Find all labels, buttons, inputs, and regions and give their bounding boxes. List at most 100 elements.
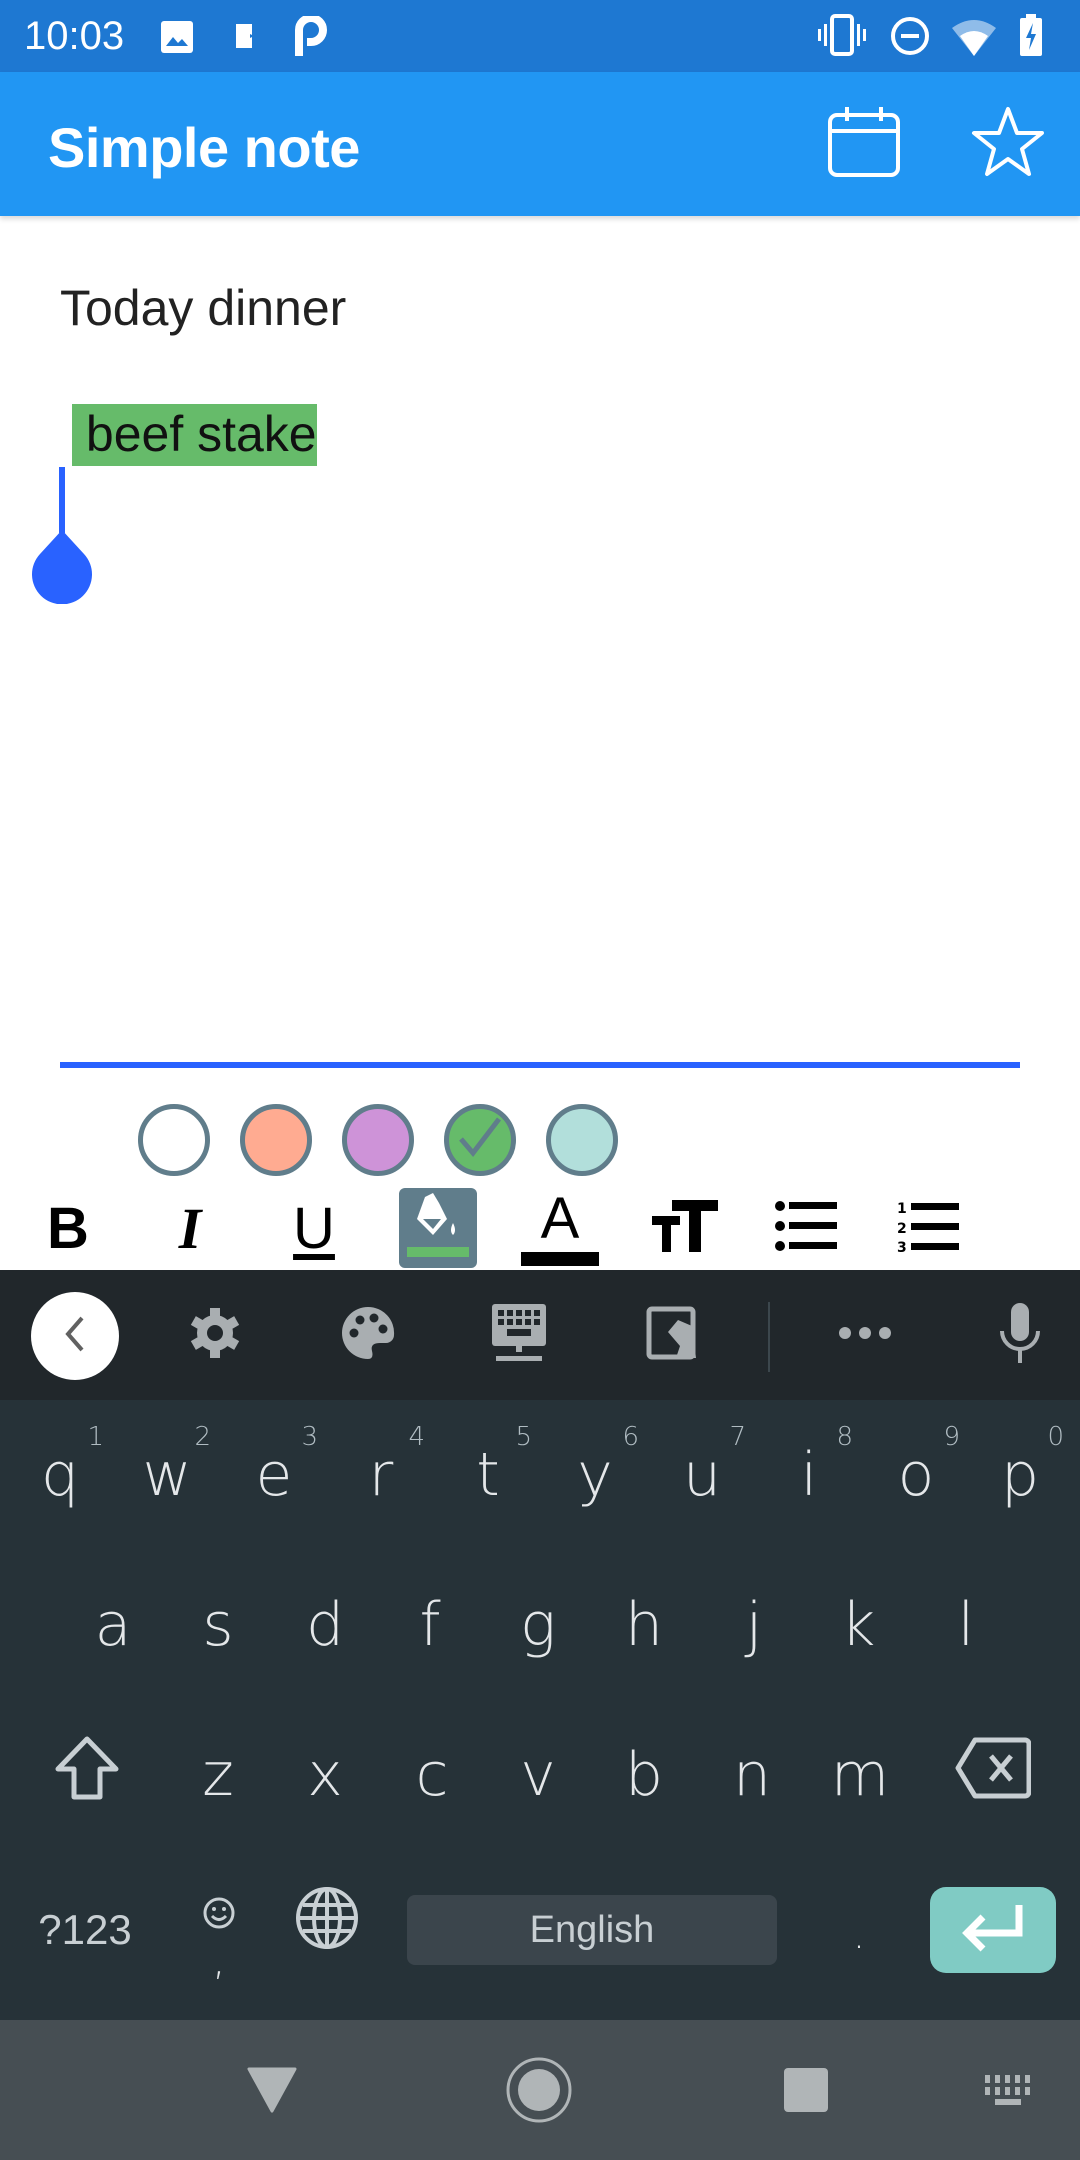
svg-text:2: 2 xyxy=(897,1221,907,1237)
cursor-handle[interactable] xyxy=(32,530,92,605)
calendar-button[interactable] xyxy=(822,102,906,186)
do-not-disturb-icon xyxy=(890,16,930,61)
navigation-bar xyxy=(0,2020,1080,2160)
status-bar: 10:03 xyxy=(0,0,1080,72)
backspace-icon xyxy=(955,1737,1032,1814)
color-swatch-violet[interactable] xyxy=(342,1104,414,1176)
home-circle-icon xyxy=(505,2056,573,2129)
underline-icon: U xyxy=(293,1195,335,1261)
key-g[interactable]: g xyxy=(484,1550,592,1700)
key-a[interactable]: a xyxy=(59,1550,167,1700)
key-h[interactable]: h xyxy=(590,1550,698,1700)
svg-text:1: 1 xyxy=(897,1201,907,1217)
key-k[interactable]: k xyxy=(804,1550,912,1700)
key-p[interactable]: p0 xyxy=(966,1400,1074,1550)
highlight-color-palette xyxy=(138,1104,618,1176)
key-r[interactable]: r4 xyxy=(327,1400,435,1550)
note-title[interactable]: Today dinner xyxy=(60,278,346,338)
key-f[interactable]: f xyxy=(376,1550,484,1700)
language-key[interactable] xyxy=(272,1870,382,1980)
globe-icon xyxy=(294,1885,360,1966)
palette-icon xyxy=(340,1305,396,1366)
key-l[interactable]: l xyxy=(912,1550,1020,1700)
bullet-list-button[interactable] xyxy=(766,1188,846,1268)
one-handed-mode-button[interactable] xyxy=(474,1290,564,1380)
key-z[interactable]: z xyxy=(164,1700,272,1850)
text-size-button[interactable] xyxy=(645,1188,725,1268)
nav-home-button[interactable] xyxy=(497,2050,581,2134)
key-i[interactable]: i8 xyxy=(755,1400,863,1550)
symbols-key[interactable]: ?123 xyxy=(20,1890,150,1970)
color-swatch-green[interactable] xyxy=(444,1104,516,1176)
color-swatch-white[interactable] xyxy=(138,1104,210,1176)
text-color-icon: A xyxy=(521,1190,599,1266)
key-q[interactable]: q1 xyxy=(6,1400,114,1550)
key-w[interactable]: w2 xyxy=(113,1400,221,1550)
format-toolbar: B I U A 1 2 3 xyxy=(0,1188,1080,1270)
key-x[interactable]: x xyxy=(271,1700,379,1850)
key-b[interactable]: b xyxy=(590,1700,698,1850)
key-o[interactable]: o9 xyxy=(862,1400,970,1550)
color-swatch-salmon[interactable] xyxy=(240,1104,312,1176)
floating-keyboard-button[interactable] xyxy=(628,1290,718,1380)
voice-input-button[interactable] xyxy=(975,1290,1065,1380)
vibrate-icon xyxy=(818,14,866,61)
comma-emoji-key[interactable]: , xyxy=(164,1870,274,1982)
bold-icon: B xyxy=(47,1195,89,1261)
highlighted-text[interactable]: beef stake xyxy=(72,404,317,466)
keyboard-settings-button[interactable] xyxy=(170,1290,260,1380)
editor-underline xyxy=(60,1062,1020,1068)
shift-key[interactable] xyxy=(32,1700,142,1850)
shift-icon xyxy=(54,1735,120,1816)
tablet-hand-icon xyxy=(646,1306,700,1365)
keyboard-theme-button[interactable] xyxy=(323,1290,413,1380)
key-n[interactable]: n xyxy=(698,1700,806,1850)
calendar-icon xyxy=(827,105,901,184)
key-y[interactable]: y6 xyxy=(541,1400,649,1550)
keyboard-collapse-button[interactable] xyxy=(31,1292,119,1380)
key-s[interactable]: s xyxy=(164,1550,272,1700)
check-icon xyxy=(455,1113,505,1168)
soft-keyboard: q1 w2 e3 r4 t5 y6 u7 i8 o9 p0 a s d f g … xyxy=(0,1270,1080,2020)
nav-keyboard-switch-button[interactable] xyxy=(966,2050,1050,2134)
gear-icon xyxy=(188,1306,242,1365)
star-icon xyxy=(971,105,1045,184)
key-m[interactable]: m xyxy=(806,1700,914,1850)
recents-square-icon xyxy=(783,2067,829,2118)
italic-icon: I xyxy=(178,1195,202,1261)
bullet-list-icon xyxy=(775,1200,837,1256)
wifi-icon xyxy=(952,18,996,61)
svg-text:3: 3 xyxy=(897,1240,907,1252)
text-cursor xyxy=(59,467,65,533)
status-time: 10:03 xyxy=(24,14,125,58)
key-t[interactable]: t5 xyxy=(434,1400,542,1550)
note-body[interactable]: beef stake xyxy=(72,404,317,466)
key-u[interactable]: u7 xyxy=(648,1400,756,1550)
backspace-key[interactable] xyxy=(938,1700,1048,1850)
key-v[interactable]: v xyxy=(484,1700,592,1850)
app-bar: Simple note xyxy=(0,72,1080,216)
nav-back-button[interactable] xyxy=(230,2050,314,2134)
key-d[interactable]: d xyxy=(271,1550,379,1700)
underline-button[interactable]: U xyxy=(274,1188,354,1268)
key-j[interactable]: j xyxy=(700,1550,808,1700)
nav-recents-button[interactable] xyxy=(764,2050,848,2134)
p-app-icon xyxy=(295,14,327,61)
paint-bucket-icon xyxy=(403,1189,473,1268)
more-options-button[interactable] xyxy=(820,1290,910,1380)
highlight-button[interactable] xyxy=(399,1188,477,1268)
enter-key[interactable] xyxy=(930,1887,1056,1973)
italic-button[interactable]: I xyxy=(150,1188,230,1268)
key-e[interactable]: e3 xyxy=(220,1400,328,1550)
more-horizontal-icon xyxy=(838,1325,892,1346)
text-color-button[interactable]: A xyxy=(520,1188,600,1268)
numbered-list-button[interactable]: 1 2 3 xyxy=(888,1188,968,1268)
color-swatch-light-teal[interactable] xyxy=(546,1104,618,1176)
microphone-icon xyxy=(998,1302,1042,1368)
space-key[interactable]: English xyxy=(407,1895,777,1965)
favorite-button[interactable] xyxy=(966,102,1050,186)
period-key[interactable]: . xyxy=(804,1870,914,1980)
key-c[interactable]: c xyxy=(378,1700,486,1850)
toolbar-divider xyxy=(768,1302,770,1372)
bold-button[interactable]: B xyxy=(28,1188,108,1268)
